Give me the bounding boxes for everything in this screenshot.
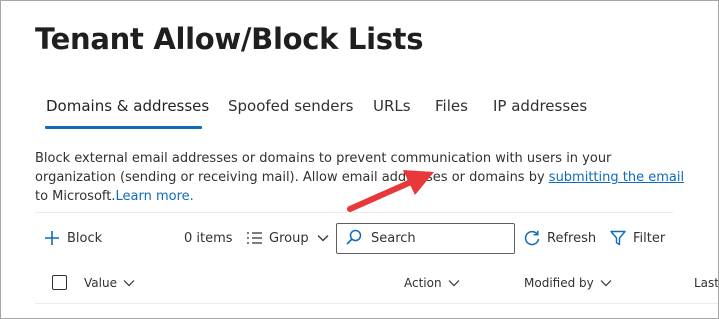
filter-button[interactable]: Filter: [609, 226, 665, 250]
filter-icon: [609, 229, 627, 247]
tab-domains-addresses[interactable]: Domains & addresses: [46, 97, 209, 115]
refresh-label: Refresh: [547, 230, 597, 246]
column-header-value[interactable]: Value: [84, 276, 135, 290]
filter-label: Filter: [633, 230, 666, 246]
description-text: Block external email addresses or domain…: [35, 151, 612, 185]
app-frame: Tenant Allow/Block Lists Domains & addre…: [0, 0, 719, 319]
select-all-checkbox[interactable]: [52, 275, 67, 290]
column-label: Action: [404, 276, 442, 290]
block-button[interactable]: Block: [43, 226, 102, 250]
tab-ip-addresses[interactable]: IP addresses: [493, 97, 587, 115]
table-row-divider: [35, 303, 718, 304]
tab-urls[interactable]: URLs: [373, 97, 411, 115]
group-button[interactable]: Group: [246, 226, 329, 250]
column-label: Value: [84, 276, 117, 290]
table-header: Value Action Modified by Last: [35, 269, 719, 299]
column-label: Modified by: [524, 276, 594, 290]
search-input[interactable]: [371, 231, 501, 246]
plus-icon: [43, 229, 61, 247]
column-header-last[interactable]: Last: [694, 276, 719, 290]
column-header-modified-by[interactable]: Modified by: [524, 276, 612, 290]
chevron-down-icon: [448, 280, 460, 287]
toolbar-divider: [35, 212, 673, 213]
search-icon: [345, 228, 363, 250]
refresh-icon: [523, 229, 541, 247]
chevron-down-icon: [123, 280, 135, 287]
tab-files[interactable]: Files: [435, 97, 468, 115]
group-label: Group: [269, 230, 309, 246]
description: Block external email addresses or domain…: [35, 149, 695, 206]
chevron-down-icon: [317, 234, 329, 242]
column-header-action[interactable]: Action: [404, 276, 460, 290]
refresh-button[interactable]: Refresh: [523, 226, 596, 250]
chevron-down-icon: [600, 280, 612, 287]
group-list-icon: [246, 230, 263, 246]
items-count: 0 items: [184, 230, 233, 246]
description-text-after: to Microsoft.: [35, 189, 116, 204]
submitting-email-link[interactable]: submitting the email: [549, 170, 684, 185]
search-box: [336, 223, 515, 254]
active-tab-indicator: [45, 126, 202, 129]
page-title: Tenant Allow/Block Lists: [35, 22, 424, 56]
tab-spoofed-senders[interactable]: Spoofed senders: [228, 97, 353, 115]
learn-more-link[interactable]: Learn more.: [115, 189, 193, 204]
block-label: Block: [67, 230, 103, 246]
column-label: Last: [694, 276, 719, 290]
